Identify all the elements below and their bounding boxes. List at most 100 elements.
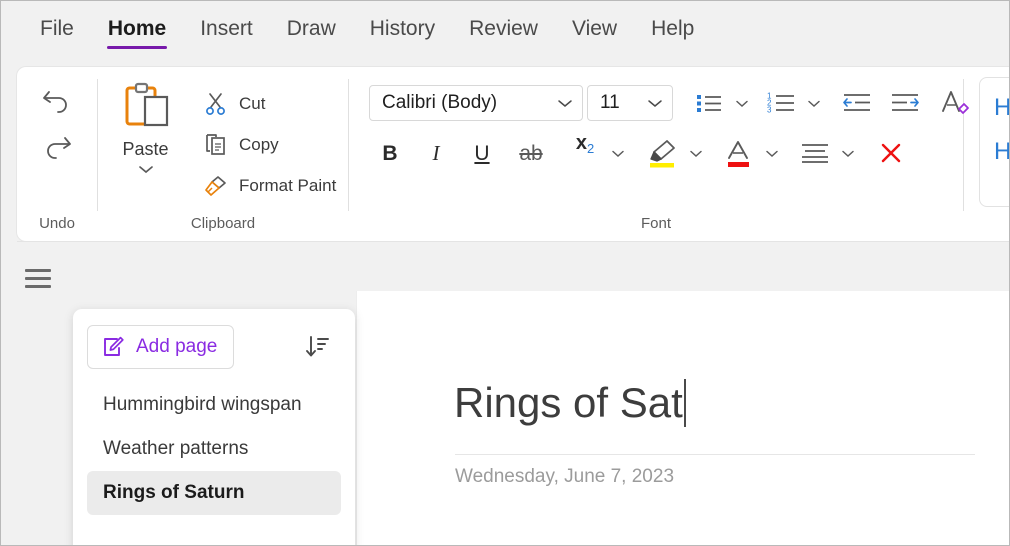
bullet-list-button[interactable] bbox=[689, 83, 729, 123]
content-left-edge bbox=[356, 291, 357, 545]
page-list-panel: Add page Hummingbird wingspan Weather pa… bbox=[73, 309, 355, 545]
chevron-down-icon bbox=[648, 100, 662, 107]
strikethrough-label: ab bbox=[519, 141, 543, 165]
styles-gallery-panel: H H bbox=[979, 77, 1009, 207]
page-title[interactable]: Rings of Sat bbox=[454, 379, 686, 427]
clipboard-command-list: Cut Copy Format Paint bbox=[193, 79, 342, 206]
format-painter-brush-icon bbox=[199, 173, 233, 199]
decrease-indent-button[interactable] bbox=[837, 83, 877, 123]
tab-home[interactable]: Home bbox=[91, 13, 183, 51]
cut-label: Cut bbox=[239, 93, 266, 113]
ribbon-group-clipboard: Paste Cut Copy Format Paint Clipboard bbox=[98, 67, 348, 241]
hamburger-menu-icon[interactable] bbox=[21, 263, 55, 293]
page-list-items: Hummingbird wingspan Weather patterns Ri… bbox=[87, 383, 341, 515]
paste-label: Paste bbox=[122, 139, 169, 159]
font-row-bottom: B I U ab x 2 bbox=[369, 131, 911, 175]
bold-label: B bbox=[382, 141, 398, 165]
style-heading-1[interactable]: H bbox=[994, 94, 1009, 122]
align-text-dropdown-button[interactable] bbox=[835, 133, 861, 173]
add-page-button[interactable]: Add page bbox=[87, 325, 235, 369]
subscript-base-label: x bbox=[575, 132, 587, 154]
tab-insert[interactable]: Insert bbox=[183, 13, 270, 51]
group-label-clipboard: Clipboard bbox=[190, 215, 256, 232]
font-row-top: Calibri (Body) 11 1 2 3 bbox=[369, 81, 975, 125]
copy-label: Copy bbox=[239, 134, 279, 154]
font-size-combobox[interactable]: 11 bbox=[587, 85, 673, 121]
highlight-color-dropdown-button[interactable] bbox=[683, 133, 709, 173]
chevron-down-icon bbox=[690, 150, 702, 157]
chevron-down-icon bbox=[736, 100, 748, 107]
ribbon-group-font: Calibri (Body) 11 1 2 3 B I U ab x 2 Fon… bbox=[349, 67, 969, 241]
format-painter-button[interactable]: Format Paint bbox=[193, 165, 342, 206]
onenote-window: File Home Insert Draw History Review Vie… bbox=[0, 0, 1010, 546]
tab-draw[interactable]: Draw bbox=[270, 13, 353, 51]
cut-button[interactable]: Cut bbox=[193, 83, 342, 124]
font-size-value: 11 bbox=[600, 92, 620, 113]
group-label-undo: Undo bbox=[39, 215, 75, 232]
sort-descending-icon bbox=[306, 336, 329, 357]
numbered-list-dropdown-button[interactable] bbox=[801, 83, 827, 123]
svg-text:3: 3 bbox=[767, 106, 772, 115]
increase-indent-icon bbox=[892, 94, 919, 111]
add-page-label: Add page bbox=[136, 336, 218, 357]
chevron-down-icon bbox=[766, 150, 778, 157]
title-divider bbox=[455, 454, 975, 455]
subscript-button[interactable]: x 2 bbox=[565, 133, 605, 173]
scissors-icon bbox=[199, 91, 233, 117]
subscript-number-label: 2 bbox=[586, 141, 595, 156]
remove-formatting-button[interactable] bbox=[871, 133, 911, 173]
sort-pages-button[interactable] bbox=[297, 327, 337, 367]
tab-view[interactable]: View bbox=[555, 13, 634, 51]
strikethrough-button[interactable]: ab bbox=[511, 133, 551, 173]
group-label-font: Font bbox=[640, 215, 671, 232]
style-heading-2[interactable]: H bbox=[994, 138, 1009, 166]
copy-pages-icon bbox=[199, 132, 233, 158]
tab-file[interactable]: File bbox=[23, 13, 91, 51]
font-name-combobox[interactable]: Calibri (Body) bbox=[369, 85, 583, 121]
clear-formatting-button[interactable] bbox=[935, 83, 975, 123]
align-text-button[interactable] bbox=[795, 133, 835, 173]
chevron-down-icon bbox=[612, 150, 624, 157]
undo-button[interactable] bbox=[34, 77, 80, 123]
italic-label: I bbox=[432, 140, 440, 165]
tab-history[interactable]: History bbox=[353, 13, 452, 51]
bullet-list-dropdown-button[interactable] bbox=[729, 83, 755, 123]
numbered-list-icon: 1 2 3 bbox=[767, 92, 794, 115]
redo-arrow-icon bbox=[47, 137, 71, 159]
page-list-item-weather-patterns[interactable]: Weather patterns bbox=[87, 427, 341, 471]
hamburger-line bbox=[25, 284, 51, 288]
page-list-item-rings-of-saturn[interactable]: Rings of Saturn bbox=[87, 471, 341, 515]
note-content-area[interactable]: Rings of Sat Wednesday, June 7, 2023 bbox=[356, 291, 1009, 545]
increase-indent-button[interactable] bbox=[885, 83, 925, 123]
underline-label: U bbox=[474, 141, 490, 165]
highlight-color-button[interactable] bbox=[641, 133, 683, 173]
bullet-list-icon bbox=[697, 95, 721, 112]
subscript-dropdown-button[interactable] bbox=[605, 133, 631, 173]
text-cursor bbox=[683, 379, 686, 427]
page-list-item-hummingbird-wingspan[interactable]: Hummingbird wingspan bbox=[87, 383, 341, 427]
font-color-button[interactable] bbox=[719, 133, 759, 173]
numbered-list-button[interactable]: 1 2 3 bbox=[761, 83, 801, 123]
page-title-text: Rings of Sat bbox=[454, 379, 683, 426]
clipboard-paste-icon bbox=[125, 82, 168, 127]
underline-button[interactable]: U bbox=[465, 133, 499, 173]
tab-review[interactable]: Review bbox=[452, 13, 555, 51]
bold-button[interactable]: B bbox=[373, 133, 407, 173]
align-text-icon bbox=[802, 144, 828, 163]
ribbon-bottom-border bbox=[17, 241, 1009, 242]
copy-button[interactable]: Copy bbox=[193, 124, 342, 165]
italic-button[interactable]: I bbox=[419, 133, 453, 173]
tab-help[interactable]: Help bbox=[634, 13, 711, 51]
font-color-dropdown-button[interactable] bbox=[759, 133, 785, 173]
chevron-down-icon bbox=[808, 100, 820, 107]
remove-formatting-x-icon bbox=[881, 143, 901, 163]
paste-button[interactable]: Paste bbox=[98, 79, 193, 180]
format-paint-label: Format Paint bbox=[239, 175, 337, 195]
chevron-down-icon bbox=[842, 150, 854, 157]
redo-button[interactable] bbox=[34, 123, 80, 169]
chevron-down-icon bbox=[138, 166, 153, 174]
decrease-indent-icon bbox=[843, 94, 870, 111]
paste-dropdown-button[interactable] bbox=[136, 162, 156, 180]
chevron-down-icon bbox=[558, 100, 572, 107]
ribbon-group-undo: Undo bbox=[17, 67, 97, 241]
